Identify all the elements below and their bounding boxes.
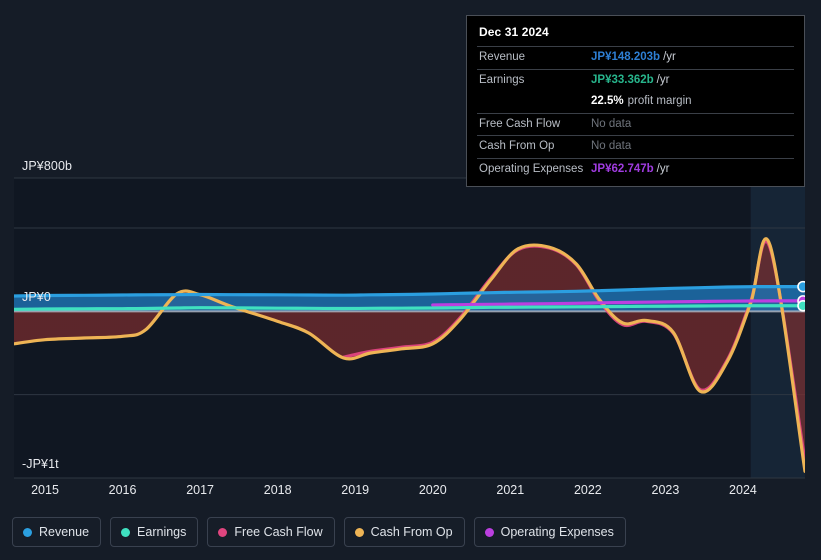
tooltip-metric-value-cell: No data	[591, 117, 631, 133]
y-axis-label-top: JP¥800b	[22, 159, 73, 173]
tooltip-metric-unit: /yr	[656, 162, 670, 175]
x-axis-tick: 2018	[263, 483, 292, 497]
tooltip-metric-label: Earnings	[479, 73, 525, 86]
tooltip-no-data: No data	[591, 117, 632, 130]
x-axis-tick: 2015	[31, 483, 59, 497]
legend-color-dot-icon	[23, 527, 32, 537]
tooltip-metric-value-cell: JP¥62.747b/yr	[591, 162, 669, 178]
x-axis-tick: 2023	[651, 483, 680, 497]
profit-margin-label: profit margin	[627, 95, 692, 108]
legend-item-label: Earnings	[137, 525, 187, 539]
tooltip-row: Revenue JP¥148.203b/yr	[477, 46, 794, 69]
chart-page: JP¥800b JP¥0 -JP¥1t 2015 2016 2017 2018 2019…	[0, 0, 821, 560]
legend-item-free-cash-flow[interactable]: Free Cash Flow	[207, 517, 335, 547]
tooltip-date: Dec 31 2024	[479, 25, 549, 39]
tooltip-row: Earnings JP¥33.362b/yr	[477, 68, 794, 92]
tooltip-metric-value-cell: JP¥148.203b/yr	[591, 50, 676, 66]
chart-legend: Revenue Earnings Free Cash Flow Cash From O…	[12, 517, 626, 547]
tooltip-row: Cash From Op No data	[477, 135, 794, 158]
tooltip-row: 22.5% profit margin	[477, 91, 794, 113]
tooltip-metric-value: JP¥33.362b	[591, 73, 654, 86]
legend-color-dot-icon	[354, 527, 364, 537]
y-axis-label-zero: JP¥0	[22, 290, 51, 304]
legend-item-revenue[interactable]: Revenue	[12, 517, 102, 547]
revenue-endpoint-marker	[797, 280, 805, 293]
y-axis-label-bottom: -JP¥1t	[22, 457, 59, 471]
legend-color-dot-icon	[484, 527, 494, 537]
legend-item-label: Cash From Op	[370, 525, 453, 539]
tooltip-metric-unit: /yr	[663, 51, 676, 63]
tooltip-metric-label: Revenue	[479, 51, 526, 63]
x-axis-tick: 2019	[341, 483, 370, 497]
tooltip-no-data: No data	[591, 140, 632, 153]
profit-margin-value: 22.5%	[591, 95, 624, 108]
x-axis-tick: 2020	[418, 483, 447, 497]
tooltip-metric-unit: /yr	[656, 73, 670, 86]
tooltip-row: Operating Expenses JP¥62.747b/yr	[477, 157, 794, 181]
x-axis-tick: 2021	[496, 483, 525, 497]
tooltip-metric-value: JP¥148.203b	[591, 51, 661, 63]
legend-item-label: Free Cash Flow	[234, 525, 323, 539]
tooltip-rows: Revenue JP¥148.203b/yr Earnings JP¥33.362b /…	[477, 46, 794, 180]
tooltip-metric-label: Free Cash Flow	[479, 117, 561, 130]
x-axis-tick: 2017	[186, 483, 215, 497]
x-axis-tick: 2016	[108, 483, 137, 497]
earnings-endpoint-marker	[797, 299, 805, 312]
tooltip-metric-value: JP¥62.747b	[591, 162, 654, 175]
chart-tooltip: Dec 31 2024 Revenue JP¥148.203b/yr Earning…	[466, 15, 805, 188]
legend-color-dot-icon	[121, 527, 131, 537]
legend-item-earnings[interactable]: Earnings	[110, 517, 199, 547]
profit-margin-cell: 22.5% profit margin	[591, 94, 692, 110]
legend-item-operating-expenses[interactable]: Operating Expenses	[473, 517, 626, 547]
legend-color-dot-icon	[218, 527, 228, 537]
legend-item-cash-from-op[interactable]: Cash From Op	[343, 517, 465, 547]
tooltip-row: Free Cash Flow No data	[477, 112, 794, 136]
legend-item-label: Revenue	[39, 525, 90, 539]
tooltip-metric-label: Operating Expenses	[479, 162, 584, 175]
x-axis-tick: 2024	[729, 483, 757, 497]
x-axis-tick: 2022	[573, 483, 602, 497]
tooltip-metric-value-cell: No data	[591, 139, 631, 155]
tooltip-metric-label: Cash From Op	[479, 140, 555, 153]
legend-item-label: Operating Expenses	[500, 525, 614, 539]
tooltip-metric-value-cell: JP¥33.362b/yr	[591, 73, 669, 89]
